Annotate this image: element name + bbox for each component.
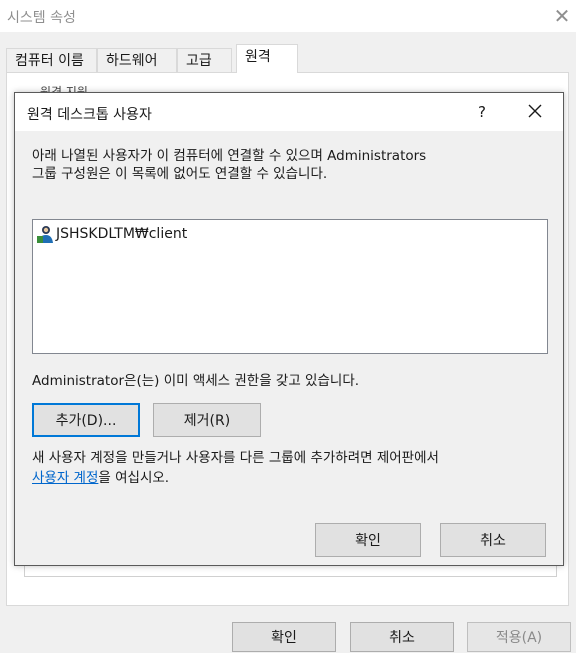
help-button[interactable]: ? — [470, 101, 494, 123]
outer-apply-button[interactable]: 적용(A) — [467, 622, 571, 652]
add-user-button[interactable]: 추가(D)... — [32, 403, 140, 437]
tab-advanced[interactable]: 고급 — [177, 48, 232, 72]
remote-desktop-users-dialog: 원격 데스크톱 사용자 ? 아래 나열된 사용자가 이 컴퓨터에 연결할 수 있… — [14, 92, 564, 566]
dialog-cancel-button[interactable]: 취소 — [440, 523, 546, 557]
dialog-title-bar: 원격 데스크톱 사용자 ? — [15, 93, 563, 131]
tab-remote[interactable]: 원격 — [236, 44, 298, 73]
outer-cancel-button[interactable]: 취소 — [350, 622, 454, 652]
user-accounts-info: 새 사용자 계정을 만들거나 사용자를 다른 그룹에 추가하려면 제어판에서 사… — [32, 448, 552, 488]
user-name: JSHSKDLTM₩client — [56, 226, 188, 242]
user-accounts-link[interactable]: 사용자 계정 — [32, 470, 98, 486]
dialog-close-button[interactable] — [521, 98, 549, 126]
close-icon — [528, 104, 542, 118]
description-line-1: 아래 나열된 사용자가 이 컴퓨터에 연결할 수 있으며 Administrat… — [32, 148, 427, 164]
admin-access-note: Administrator은(는) 이미 액세스 권한을 갖고 있습니다. — [32, 373, 360, 389]
tab-computer-name[interactable]: 컴퓨터 이름 — [6, 48, 97, 72]
remove-user-button[interactable]: 제거(R) — [153, 403, 261, 437]
description-line-2: 그룹 구성원은 이 목록에 없어도 연결할 수 있습니다. — [32, 166, 328, 182]
outer-ok-button[interactable]: 확인 — [232, 622, 336, 652]
outer-title-bar: 시스템 속성 ✕ — [0, 0, 576, 32]
info-line-1: 새 사용자 계정을 만들거나 사용자를 다른 그룹에 추가하려면 제어판에서 — [32, 450, 439, 466]
dialog-description: 아래 나열된 사용자가 이 컴퓨터에 연결할 수 있으며 Administrat… — [32, 147, 542, 183]
tab-hardware[interactable]: 하드웨어 — [97, 48, 177, 72]
user-listbox[interactable]: JSHSKDLTM₩client — [32, 219, 548, 354]
dialog-ok-button[interactable]: 확인 — [315, 523, 421, 557]
info-line-2-suffix: 을 여십시오. — [98, 470, 170, 486]
dialog-title: 원격 데스크톱 사용자 — [27, 107, 152, 123]
list-item[interactable]: JSHSKDLTM₩client — [35, 224, 187, 244]
user-icon — [37, 226, 53, 243]
outer-window-title: 시스템 속성 — [7, 10, 76, 26]
outer-close-icon[interactable]: ✕ — [550, 4, 574, 28]
